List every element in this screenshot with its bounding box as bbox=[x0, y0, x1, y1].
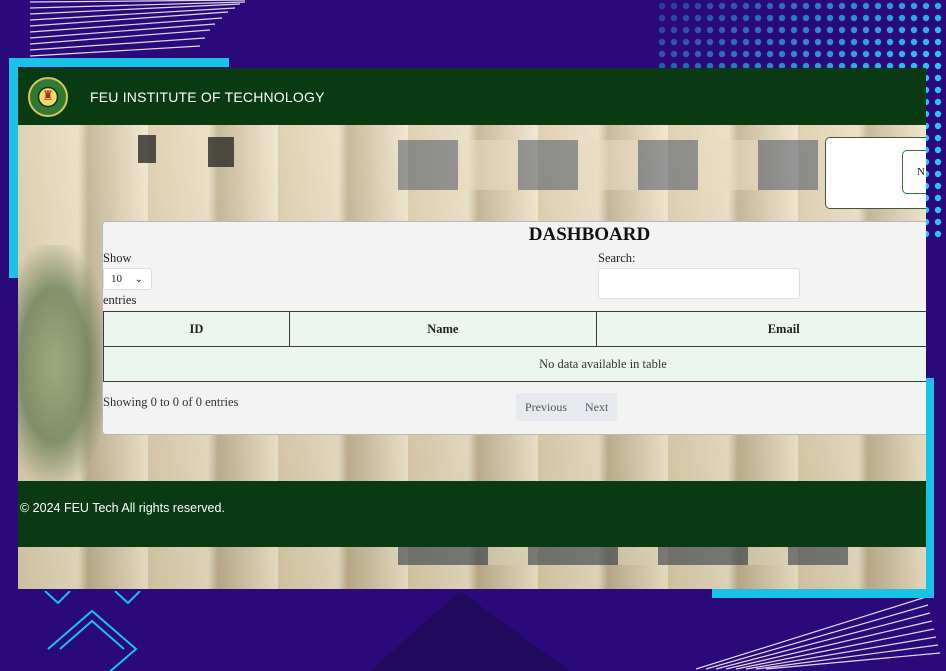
column-header-name[interactable]: Name bbox=[288, 311, 597, 347]
data-table: ID Name Email No data available in table bbox=[103, 311, 926, 382]
footer: © 2024 FEU Tech All rights reserved. bbox=[18, 481, 926, 547]
search-input[interactable] bbox=[598, 268, 800, 299]
footer-copyright: © 2024 FEU Tech All rights reserved. bbox=[20, 501, 225, 515]
login-panel: N bbox=[825, 137, 926, 209]
page-length-select[interactable]: 10 ⌄ bbox=[103, 268, 152, 290]
table-row: No data available in table bbox=[103, 346, 926, 382]
brand-title: FEU INSTITUTE OF TECHNOLOGY bbox=[90, 88, 325, 105]
table-info: Showing 0 to 0 of 0 entries bbox=[103, 395, 239, 409]
decorative-lines-top-left bbox=[29, 0, 246, 57]
top-navbar: ♜ FEU INSTITUTE OF TECHNOLOGY bbox=[18, 68, 926, 125]
show-label: Show bbox=[103, 251, 132, 265]
building-window bbox=[208, 137, 234, 167]
previous-button[interactable]: Previous bbox=[516, 393, 576, 421]
empty-table-text: No data available in table bbox=[539, 356, 667, 371]
dashboard-card: DASHBOARD Show 10 ⌄ entries Search: ID N… bbox=[102, 221, 926, 435]
page-title: DASHBOARD bbox=[528, 224, 651, 245]
app-window: ♜ FEU INSTITUTE OF TECHNOLOGY N DASHBOAR… bbox=[18, 68, 926, 589]
decorative-chevrons bbox=[44, 591, 141, 671]
empty-table-message: No data available in table bbox=[103, 346, 926, 382]
next-button[interactable]: Next bbox=[576, 393, 617, 421]
decorative-lines-bottom-right bbox=[696, 596, 941, 670]
chevron-down-icon: ⌄ bbox=[134, 273, 143, 285]
column-header-id[interactable]: ID bbox=[103, 311, 290, 347]
feu-seal-logo: ♜ bbox=[28, 76, 68, 117]
panel-button[interactable]: N bbox=[902, 150, 926, 194]
column-header-email[interactable]: Email bbox=[595, 311, 926, 347]
table-header-row: ID Name Email bbox=[103, 311, 926, 347]
entries-label: entries bbox=[103, 293, 137, 307]
decorative-triangle bbox=[370, 591, 570, 671]
building-windows-top bbox=[398, 140, 818, 190]
search-label: Search: bbox=[598, 251, 636, 265]
pagination: Previous Next bbox=[516, 393, 618, 421]
page-length-value: 10 bbox=[111, 273, 122, 285]
tree-foliage bbox=[18, 245, 108, 485]
building-window bbox=[138, 135, 156, 163]
